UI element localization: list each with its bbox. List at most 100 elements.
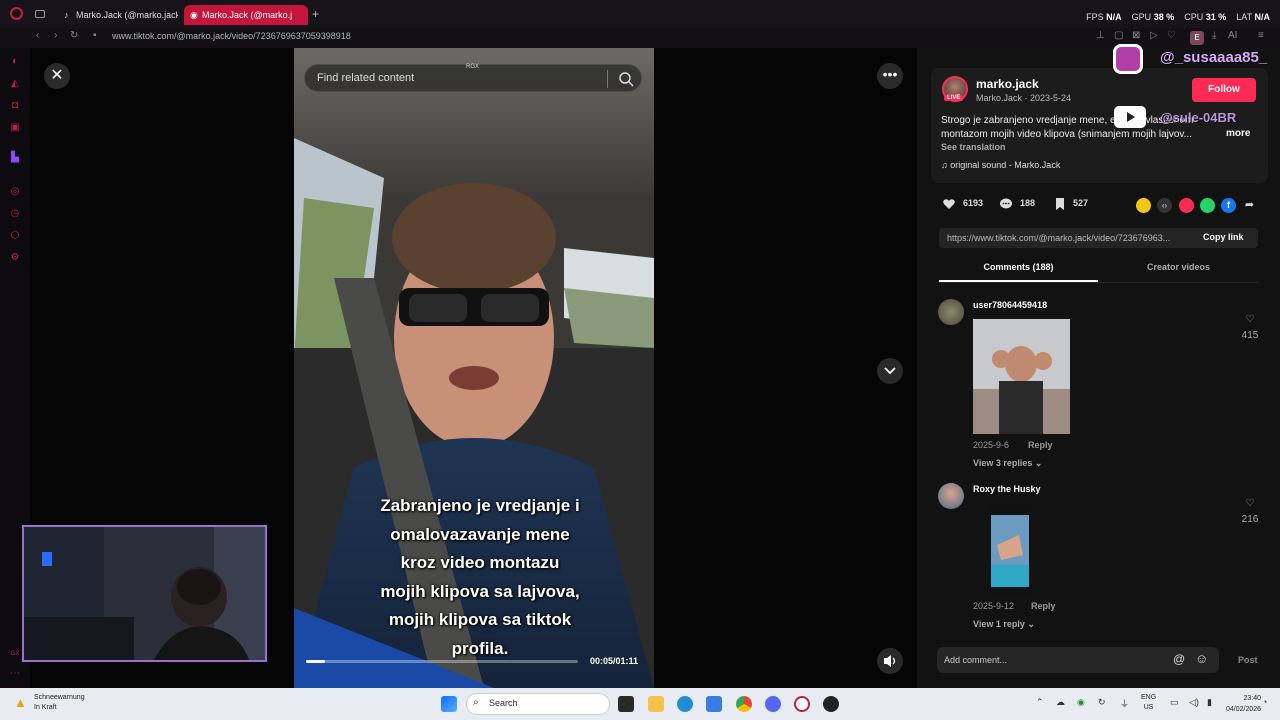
task-view-icon[interactable] bbox=[618, 696, 634, 712]
weather-widget[interactable]: Schneewarnung In Kraft bbox=[34, 693, 85, 713]
chrome-icon[interactable] bbox=[736, 696, 752, 712]
share-whatsapp-icon[interactable] bbox=[1200, 198, 1215, 213]
start-windows-icon[interactable] bbox=[441, 696, 457, 712]
onedrive-icon[interactable]: ☁ bbox=[1056, 697, 1065, 708]
comment-reply-button[interactable]: Reply bbox=[1028, 440, 1053, 450]
sidebar-settings-icon[interactable]: ⚙ bbox=[9, 252, 21, 264]
webcam-overlay bbox=[22, 525, 267, 662]
sidebar-history-icon[interactable]: ◷ bbox=[9, 208, 21, 220]
lock-icon: ▪ bbox=[93, 30, 97, 41]
tab-comments[interactable]: Comments (188) bbox=[939, 262, 1098, 272]
store-icon[interactable] bbox=[706, 696, 722, 712]
audio-icon: ◉ bbox=[190, 10, 198, 20]
comment-like-icon[interactable]: ♡ bbox=[1238, 498, 1262, 509]
comment-image[interactable] bbox=[989, 505, 1031, 597]
copy-link-button[interactable]: Copy link bbox=[1203, 232, 1244, 242]
share-embed-icon[interactable]: ‹› bbox=[1157, 198, 1172, 213]
overlay-instagram-handle: @_susaaaa85_ bbox=[1160, 49, 1268, 66]
author-username[interactable]: marko.jack bbox=[976, 77, 1039, 91]
network-icon[interactable]: ▭ bbox=[1170, 697, 1179, 708]
comment-like-icon[interactable]: ♡ bbox=[1238, 314, 1262, 325]
reload-icon[interactable]: ↻ bbox=[70, 30, 78, 41]
language-indicator[interactable]: ENG US bbox=[1141, 693, 1156, 713]
usb-icon[interactable]: ⏚ bbox=[1120, 697, 1129, 710]
post-comment-button[interactable]: Post bbox=[1238, 655, 1258, 665]
bookmark-icon[interactable] bbox=[1053, 197, 1067, 211]
sync-icon[interactable]: ↻ bbox=[1098, 697, 1106, 708]
sidebar-music-icon[interactable]: ◎ bbox=[9, 186, 21, 198]
download-icon[interactable]: ⤓ bbox=[1212, 30, 1216, 41]
volume-icon[interactable]: ◁) bbox=[1189, 697, 1199, 708]
file-explorer-icon[interactable] bbox=[648, 696, 664, 712]
next-video-button[interactable] bbox=[877, 358, 903, 384]
battery-icon[interactable]: ▮ bbox=[1207, 697, 1212, 708]
share-forward-icon[interactable]: ➦ bbox=[1242, 198, 1257, 213]
comment-username[interactable]: user78064459418 bbox=[973, 300, 1047, 310]
mention-icon[interactable]: @ bbox=[1173, 652, 1185, 666]
comment-reply-button[interactable]: Reply bbox=[1031, 601, 1056, 611]
edge-icon[interactable] bbox=[677, 696, 693, 712]
share-repost-icon[interactable] bbox=[1136, 198, 1151, 213]
tab-marko-jack-2[interactable]: ◉ Marko.Jack (@marko.j bbox=[184, 5, 308, 25]
author-subtitle: Marko.Jack · 2023-5-24 bbox=[976, 93, 1072, 103]
pin-icon[interactable]: ⊥ bbox=[1096, 30, 1105, 41]
chevron-up-icon[interactable]: ⌃ bbox=[1036, 697, 1044, 708]
see-translation-link[interactable]: See translation bbox=[941, 142, 1006, 152]
address-bar: ‹ › ↻ ▪ www.tiktok.com/@marko.jack/video… bbox=[0, 28, 1280, 48]
search-icon[interactable] bbox=[617, 70, 635, 88]
share-facebook-icon[interactable]: f bbox=[1221, 198, 1236, 213]
heart-outline-icon[interactable]: ♡ bbox=[1167, 30, 1176, 41]
snapshot-icon[interactable]: ▢ bbox=[1114, 30, 1123, 41]
sidebar-extensions-icon[interactable]: ⬡ bbox=[9, 230, 21, 242]
sidebar-twitch-icon[interactable]: ▙ bbox=[9, 152, 21, 164]
comment-input[interactable]: Add comment... bbox=[944, 655, 1007, 665]
tray-app-icon[interactable]: ◉ bbox=[1077, 697, 1085, 708]
comment-avatar[interactable] bbox=[938, 299, 964, 325]
forward-icon[interactable]: › bbox=[54, 30, 57, 41]
view-replies-link[interactable]: View 1 reply ⌄ bbox=[973, 619, 1035, 630]
play-icon[interactable]: ▷ bbox=[1150, 30, 1158, 41]
opera-gx-icon[interactable] bbox=[794, 696, 810, 712]
heart-icon[interactable] bbox=[942, 197, 956, 211]
tab-marko-jack-1[interactable]: ♪ Marko.Jack (@marko.jack bbox=[58, 5, 178, 25]
sidebar-aria-icon[interactable]: ◐ bbox=[9, 56, 21, 68]
sidebar-gx-icon[interactable]: GX bbox=[9, 648, 21, 660]
menu-icon[interactable]: ≡ bbox=[1258, 30, 1264, 41]
sidebar-crypto-icon[interactable]: ◭ bbox=[9, 78, 21, 90]
ai-icon[interactable]: AI bbox=[1228, 30, 1237, 41]
video-link-text[interactable]: https://www.tiktok.com/@marko.jack/video… bbox=[947, 233, 1170, 243]
search-input[interactable]: Find related content bbox=[317, 72, 414, 84]
emoji-icon[interactable]: ☺ bbox=[1195, 651, 1208, 666]
close-box-icon[interactable]: ⊠ bbox=[1132, 30, 1140, 41]
discord-icon[interactable] bbox=[765, 696, 781, 712]
more-options-button[interactable]: ••• bbox=[877, 63, 903, 89]
description-more-link[interactable]: more bbox=[1226, 128, 1250, 139]
url-field[interactable]: www.tiktok.com/@marko.jack/video/7236769… bbox=[112, 31, 351, 41]
sidebar-more-icon[interactable]: ⋯ bbox=[9, 668, 21, 680]
sound-link[interactable]: ♫ original sound - Marko.Jack bbox=[941, 160, 1060, 170]
new-tab-button[interactable]: + bbox=[312, 7, 319, 21]
sidebar-gmail-icon[interactable]: ▣ bbox=[9, 122, 21, 134]
view-replies-link[interactable]: View 3 replies ⌄ bbox=[973, 458, 1042, 469]
follow-button[interactable]: Follow bbox=[1192, 78, 1256, 102]
close-video-button[interactable]: ✕ bbox=[44, 63, 70, 89]
system-clock[interactable]: 23:40 04/02/2026 bbox=[1226, 693, 1261, 715]
comment-image[interactable] bbox=[973, 319, 1070, 434]
weather-warning-icon[interactable]: ▲ bbox=[14, 695, 27, 710]
comment-avatar[interactable] bbox=[938, 483, 964, 509]
opera-logo-icon[interactable] bbox=[10, 7, 23, 20]
extension-e-icon[interactable]: E bbox=[1190, 31, 1204, 45]
comment-username[interactable]: Roxy the Husky bbox=[973, 484, 1041, 494]
back-icon[interactable]: ‹ bbox=[36, 30, 39, 41]
video-progress-bar[interactable] bbox=[306, 660, 578, 663]
obs-icon[interactable] bbox=[823, 696, 839, 712]
taskbar-search[interactable]: ⌕ Search bbox=[466, 693, 610, 715]
tab-creator-videos[interactable]: Creator videos bbox=[1099, 262, 1258, 272]
comment-icon[interactable] bbox=[999, 197, 1013, 211]
volume-button[interactable] bbox=[877, 648, 903, 674]
save-count: 527 bbox=[1073, 198, 1089, 208]
share-send-icon[interactable] bbox=[1179, 198, 1194, 213]
notifications-icon[interactable]: ◔ bbox=[1262, 697, 1267, 707]
tab-overview-icon[interactable] bbox=[35, 10, 45, 18]
sidebar-messenger-icon[interactable]: ◘ bbox=[9, 100, 21, 112]
